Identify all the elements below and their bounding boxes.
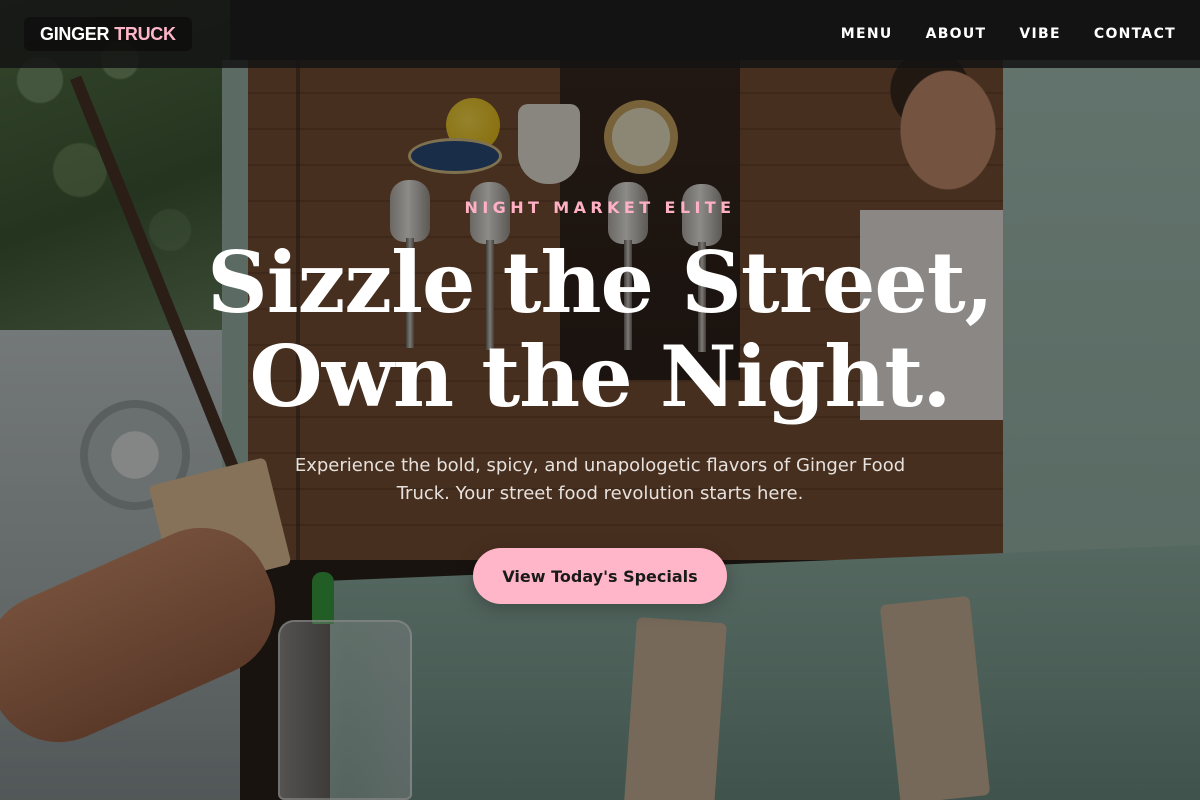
view-specials-button[interactable]: View Today's Specials — [473, 548, 727, 604]
hero-section: NIGHT MARKET ELITE Sizzle the Street, Ow… — [0, 0, 1200, 800]
hero-headline: Sizzle the Street, Own the Night. — [0, 236, 1200, 424]
headline-line-2: Own the Night. — [249, 327, 952, 426]
hero-eyebrow: NIGHT MARKET ELITE — [464, 198, 736, 217]
headline-line-1: Sizzle the Street, — [207, 233, 994, 332]
hero-subtitle: Experience the bold, spicy, and unapolog… — [294, 455, 906, 504]
